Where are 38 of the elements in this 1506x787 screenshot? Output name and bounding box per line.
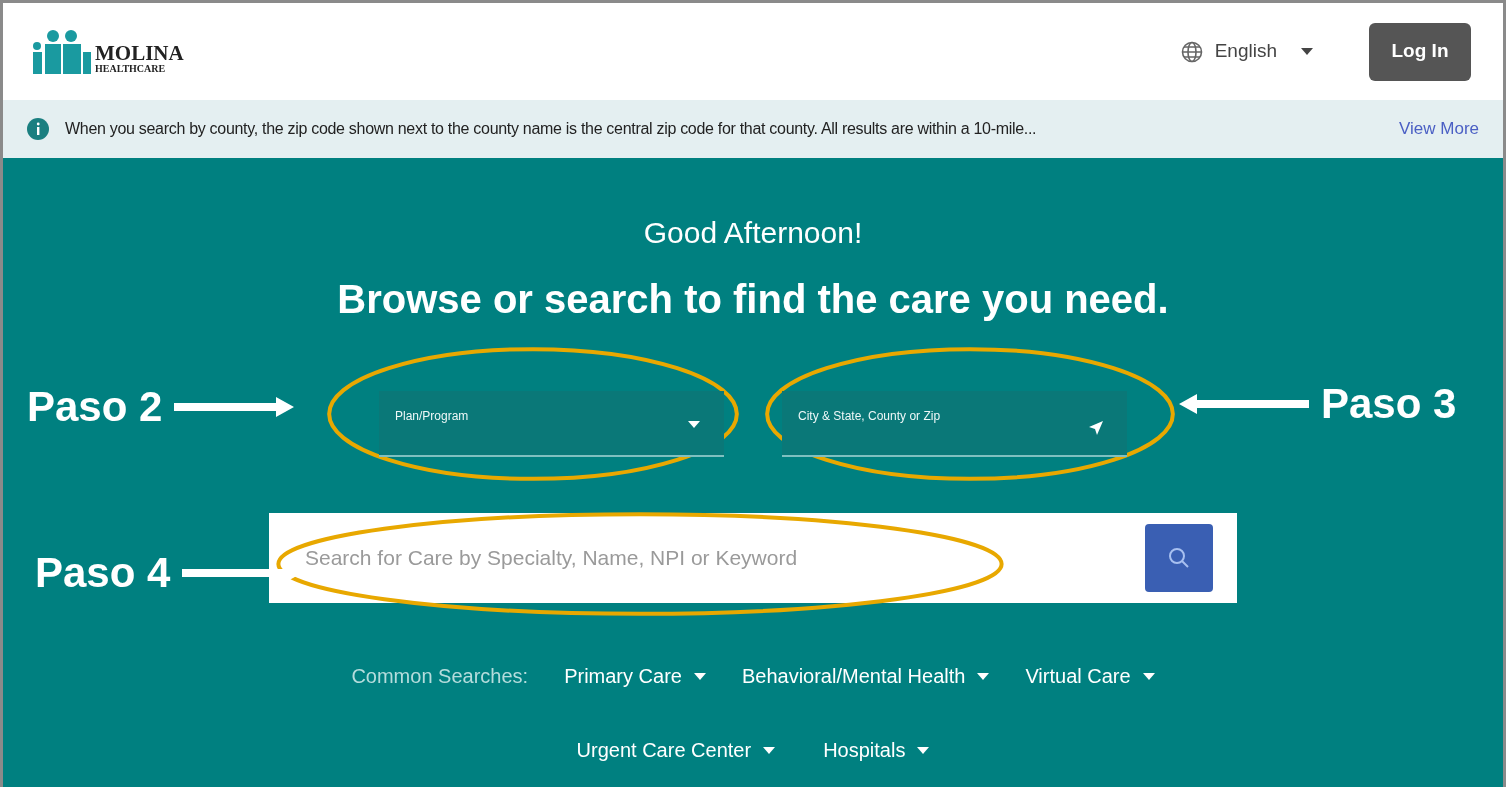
common-searches-label: Common Searches: — [351, 664, 529, 689]
logo-name: MOLINA — [95, 42, 184, 64]
logo-figures-icon — [31, 29, 91, 74]
search-button[interactable] — [1145, 524, 1213, 592]
greeting: Good Afternoon! — [643, 215, 863, 251]
location-arrow-icon — [1089, 421, 1103, 435]
caret-icon — [917, 746, 930, 754]
globe-icon — [1180, 40, 1203, 63]
logo-tagline: HEALTHCARE — [95, 63, 167, 74]
search-icon — [1167, 546, 1191, 570]
common-search-link[interactable]: Primary Care — [564, 661, 706, 691]
info-icon — [27, 118, 49, 140]
arrow-icon — [174, 396, 295, 417]
caret-icon — [977, 672, 990, 680]
arrow-icon — [1179, 393, 1309, 414]
caret-icon — [1142, 672, 1155, 680]
common-search-link[interactable]: Behavioral/Mental Health — [741, 661, 990, 691]
headline: Browse or search to find the care you need. — [337, 276, 1169, 323]
plan-dropdown[interactable]: Plan/Program — [379, 391, 724, 457]
caret-icon — [763, 746, 776, 754]
step-label: Paso 2 — [27, 382, 163, 432]
caret-icon — [693, 672, 706, 680]
location-field[interactable]: City & State, County or Zip — [782, 391, 1127, 457]
step-label: Paso 3 — [1321, 379, 1457, 429]
banner-text: When you search by county, the zip code shown next to the county name is the central zip code for that county. All results are within a 10-mile... — [65, 119, 1037, 139]
common-search-link[interactable]: Hospitals — [823, 735, 930, 765]
search-bar[interactable]: Search for Care by Specialty, Name, NPI or Keyword — [269, 513, 1237, 603]
logo[interactable]: MOLINA HEALTHCARE — [31, 29, 184, 74]
common-search-link[interactable]: Virtual Care — [1025, 661, 1155, 691]
field-label: City & State, County or Zip — [798, 409, 941, 423]
caret-icon — [1301, 48, 1313, 55]
step-label: Paso 4 — [35, 548, 171, 598]
language-selector[interactable]: English — [1180, 37, 1313, 66]
common-search-link[interactable]: Urgent Care Center — [576, 735, 776, 765]
view-more-link[interactable]: View More — [1399, 116, 1479, 142]
login-button[interactable]: Log In — [1369, 22, 1471, 81]
caret-icon — [688, 421, 700, 428]
field-label: Plan/Program — [395, 409, 469, 423]
